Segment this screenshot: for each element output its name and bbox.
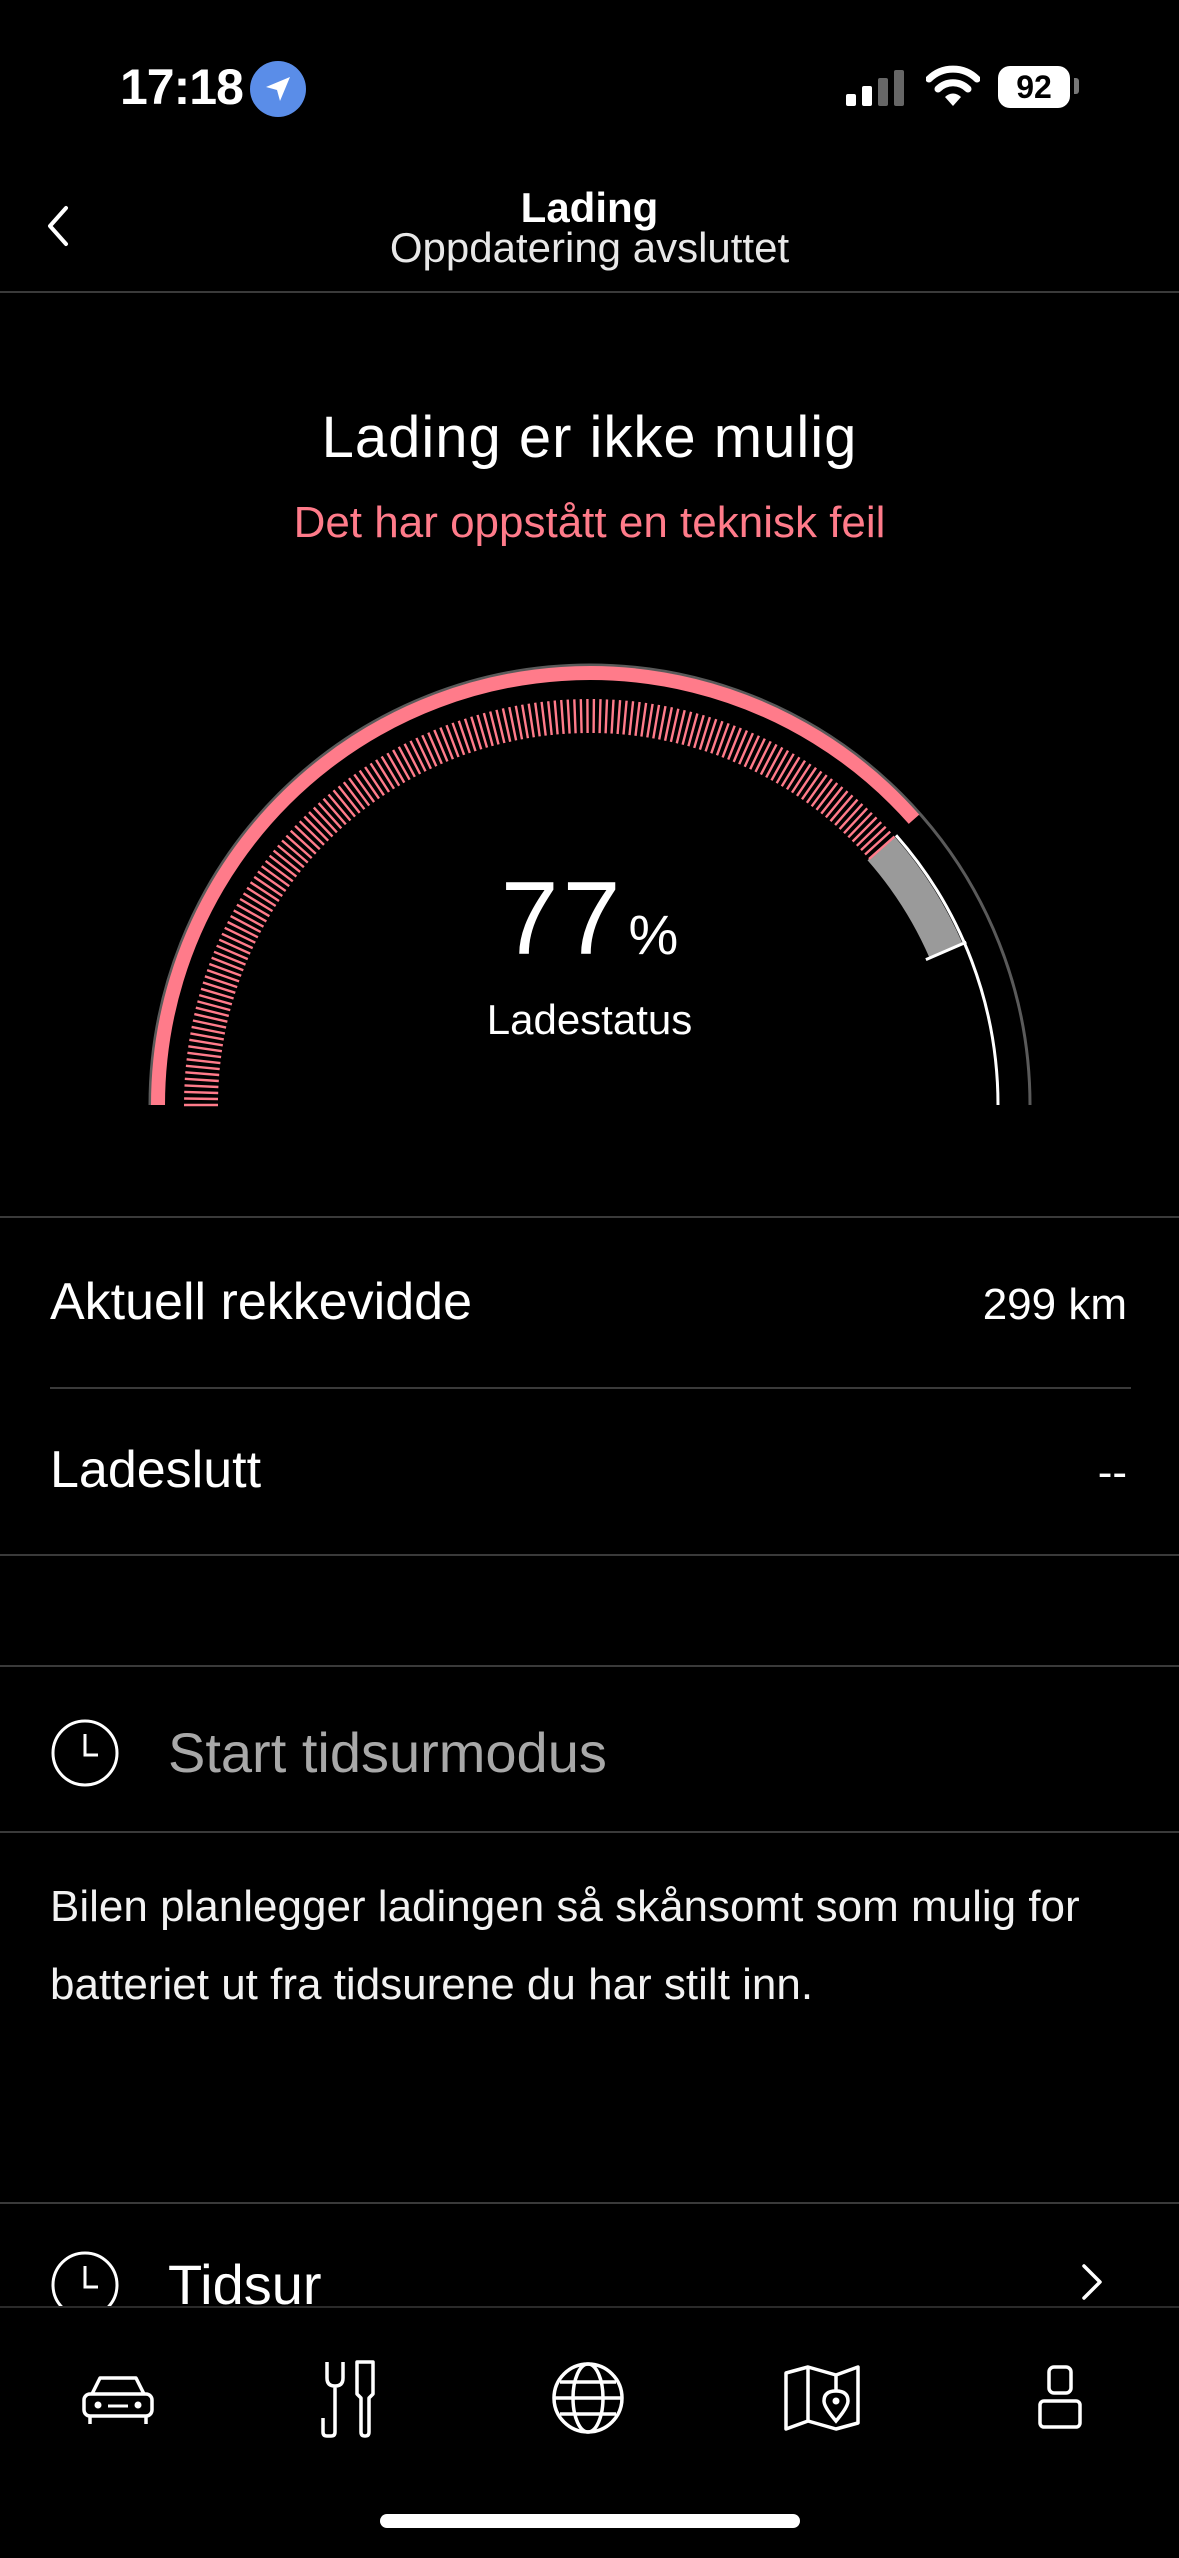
- chevron-right-icon: [1082, 2264, 1102, 2300]
- map-icon: [784, 2365, 860, 2431]
- gauge-divider: [0, 1216, 1179, 1218]
- car-icon: [82, 2376, 154, 2424]
- details-divider: [0, 1554, 1179, 1556]
- charge-percent-label: Ladestatus: [486, 996, 693, 1043]
- charge-percent: 77%: [0, 860, 1179, 979]
- home-indicator: [380, 2514, 800, 2528]
- charge-end-label: Ladeslutt: [50, 1441, 262, 1499]
- charge-percent-value: 77: [500, 861, 625, 977]
- globe-icon: [552, 2362, 624, 2434]
- signal-icon: [846, 70, 904, 106]
- tab-service[interactable]: [302, 2350, 398, 2446]
- battery-level: 92: [1016, 68, 1052, 105]
- timer-divider: [0, 1831, 1179, 1833]
- charging-title: Lading er ikke mulig: [321, 405, 858, 470]
- timer-description: Bilen planlegger ladingen så skånsomt so…: [50, 1882, 1080, 2009]
- battery-icon: 92: [998, 66, 1070, 108]
- page-subtitle: Oppdatering avsluttet: [389, 224, 790, 271]
- charging-error: Det har oppstått en teknisk feil: [293, 498, 886, 547]
- header-divider: [0, 291, 1179, 293]
- range-label: Aktuell rekkevidde: [50, 1273, 472, 1331]
- tools-icon: [321, 2360, 375, 2438]
- detail-divider: [50, 1387, 1131, 1389]
- tab-car[interactable]: [70, 2350, 166, 2446]
- range-value: 299 km: [982, 1280, 1127, 1329]
- tab-profile[interactable]: [1012, 2350, 1108, 2446]
- charge-end-value: --: [1097, 1448, 1127, 1497]
- clock-icon: [51, 1719, 119, 1787]
- profile-icon: [1038, 2365, 1082, 2429]
- battery-nub: [1074, 78, 1079, 94]
- tab-map[interactable]: [774, 2350, 870, 2446]
- tab-explore[interactable]: [540, 2350, 636, 2446]
- wifi-icon: [926, 65, 980, 106]
- location-icon: [250, 61, 306, 117]
- start-timer-mode-label: Start tidsurmodus: [168, 1721, 607, 1784]
- status-time: 17:18: [120, 59, 244, 115]
- charge-percent-unit: %: [628, 903, 679, 966]
